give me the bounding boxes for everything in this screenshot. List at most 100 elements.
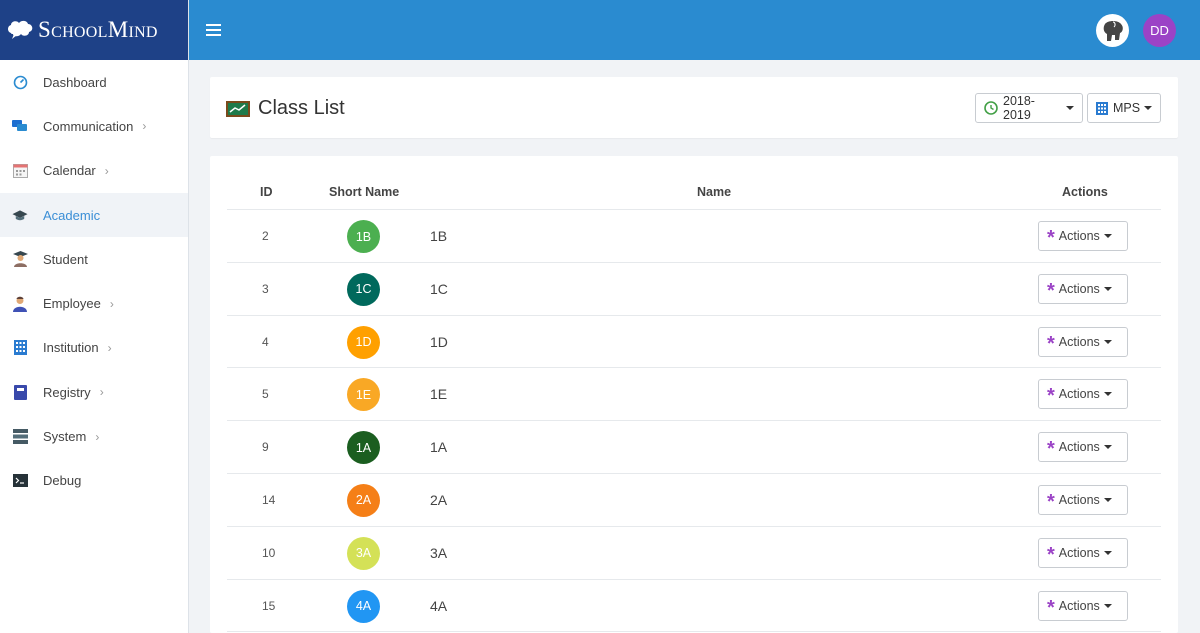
column-header-id[interactable]: ID xyxy=(260,185,273,199)
cell-name: 1A xyxy=(430,439,448,456)
brand[interactable]: SchoolMind xyxy=(0,0,188,60)
cell-name: 1D xyxy=(430,333,448,350)
short-name-badge: 1E xyxy=(347,378,380,412)
sidebar-item-label: Communication xyxy=(43,118,134,134)
actions-label: Actions xyxy=(1058,545,1100,560)
asterisk-icon: * xyxy=(1047,332,1055,355)
class-table-card: ID Short Name Name Actions 2 1B 1B * Actions… xyxy=(210,156,1178,633)
actions-dropdown-button[interactable]: * Actions xyxy=(1038,432,1128,463)
short-name-badge: 1C xyxy=(347,272,380,306)
asterisk-icon: * xyxy=(1047,227,1055,249)
cell-name: 1B xyxy=(430,228,448,244)
sidebar-item-label: Institution xyxy=(43,340,99,356)
user-avatar[interactable] xyxy=(1096,14,1129,47)
sidebar-item-calendar[interactable]: Calendar › xyxy=(0,149,188,193)
actions-dropdown-button[interactable]: * Actions xyxy=(1038,379,1128,410)
actions-dropdown-button[interactable]: * Actions xyxy=(1038,326,1128,357)
table-row: 5 1E 1E * Actions xyxy=(227,368,1161,422)
actions-dropdown-button[interactable]: * Actions xyxy=(1038,590,1128,621)
table-body: 2 1B 1B * Actions 3 1C 1C * Actions 4 1D 1D * Actions 5… xyxy=(227,210,1161,633)
actions-dropdown-button[interactable]: * Actions xyxy=(1038,221,1128,251)
asterisk-icon: * xyxy=(1047,490,1055,513)
sidebar: SchoolMind Dashboard Communication › Calend… xyxy=(0,0,189,633)
cell-name: 2A xyxy=(430,491,448,508)
building-grid-icon xyxy=(1096,101,1108,115)
table-row: 3 1C 1C * Actions xyxy=(227,263,1161,316)
actions-label: Actions xyxy=(1058,281,1100,296)
cell-id: 2 xyxy=(262,229,269,243)
actions-label: Actions xyxy=(1058,492,1100,507)
sidebar-item-student[interactable]: Student xyxy=(0,237,188,281)
user-initials-avatar[interactable]: DD xyxy=(1143,14,1176,47)
topbar: DD xyxy=(189,0,1200,60)
page-title-text: Class List xyxy=(258,97,345,119)
chevron-right-icon: › xyxy=(142,119,147,134)
table-row: 2 1B 1B * Actions xyxy=(227,210,1161,263)
year-label: 2018-2019 xyxy=(1003,94,1035,122)
book-icon xyxy=(12,384,28,400)
brand-name: SchoolMind xyxy=(38,17,158,42)
column-header-actions: Actions xyxy=(1062,185,1108,199)
actions-label: Actions xyxy=(1058,440,1100,455)
sidebar-item-registry[interactable]: Registry › xyxy=(0,370,188,414)
caret-down-icon xyxy=(1103,286,1112,291)
sidebar-item-institution[interactable]: Institution › xyxy=(0,326,188,370)
graduation-cap-icon xyxy=(12,207,28,223)
cell-name: 1C xyxy=(430,280,448,297)
actions-dropdown-button[interactable]: * Actions xyxy=(1038,537,1128,568)
short-name-badge: 3A xyxy=(347,536,380,570)
caret-down-icon xyxy=(1103,392,1112,397)
sidebar-item-debug[interactable]: Debug xyxy=(0,459,188,503)
chevron-right-icon: › xyxy=(104,163,109,178)
cell-id: 3 xyxy=(262,281,269,296)
cell-id: 9 xyxy=(262,440,269,455)
sidebar-item-academic[interactable]: Academic xyxy=(0,192,188,238)
server-icon xyxy=(12,429,28,445)
caret-down-icon xyxy=(1144,106,1153,110)
building-icon xyxy=(12,340,28,356)
caret-down-icon xyxy=(1103,234,1112,238)
short-name-badge: 1D xyxy=(347,325,380,359)
table-row: 15 4A 4A * Actions xyxy=(227,580,1161,633)
asterisk-icon: * xyxy=(1047,279,1055,302)
calendar-icon xyxy=(12,163,28,179)
short-name-badge: 2A xyxy=(347,483,380,517)
sidebar-item-label: Student xyxy=(43,251,88,267)
sidebar-item-label: System xyxy=(43,429,87,445)
table-row: 14 2A 2A * Actions xyxy=(227,474,1161,527)
hamburger-menu-icon[interactable] xyxy=(206,24,221,36)
page-header: Class List 2018-2019 MPS xyxy=(210,77,1178,138)
asterisk-icon: * xyxy=(1047,385,1055,408)
actions-dropdown-button[interactable]: * Actions xyxy=(1038,273,1128,304)
student-icon xyxy=(12,251,28,268)
column-header-name[interactable]: Name xyxy=(697,185,731,199)
column-header-short-name[interactable]: Short Name xyxy=(329,185,399,199)
terminal-icon xyxy=(12,473,28,489)
actions-label: Actions xyxy=(1058,229,1100,243)
actions-label: Actions xyxy=(1058,598,1100,613)
sidebar-item-employee[interactable]: Employee › xyxy=(0,281,188,325)
sidebar-item-label: Calendar xyxy=(43,163,96,179)
actions-label: Actions xyxy=(1058,387,1100,402)
actions-label: Actions xyxy=(1058,334,1100,349)
cell-name: 1E xyxy=(430,386,448,403)
sidebar-item-label: Academic xyxy=(43,207,101,223)
actions-dropdown-button[interactable]: * Actions xyxy=(1038,484,1128,515)
chevron-right-icon: › xyxy=(107,340,112,355)
chat-icon xyxy=(12,118,28,134)
cell-id: 15 xyxy=(262,598,276,613)
caret-down-icon xyxy=(1066,106,1074,110)
school-dropdown-button[interactable]: MPS xyxy=(1087,93,1161,123)
sidebar-item-label: Employee xyxy=(43,296,101,312)
short-name-badge: 1B xyxy=(347,220,380,253)
sidebar-item-label: Dashboard xyxy=(43,74,107,90)
caret-down-icon xyxy=(1103,445,1112,450)
sidebar-item-label: Debug xyxy=(43,473,82,489)
sidebar-item-communication[interactable]: Communication › xyxy=(0,104,188,148)
chevron-right-icon: › xyxy=(109,296,114,311)
sidebar-item-system[interactable]: System › xyxy=(0,414,188,458)
table-header: ID Short Name Name Actions xyxy=(227,174,1161,210)
sidebar-item-dashboard[interactable]: Dashboard xyxy=(0,60,188,104)
cell-id: 14 xyxy=(262,492,276,507)
year-dropdown-button[interactable]: 2018-2019 xyxy=(975,93,1083,123)
